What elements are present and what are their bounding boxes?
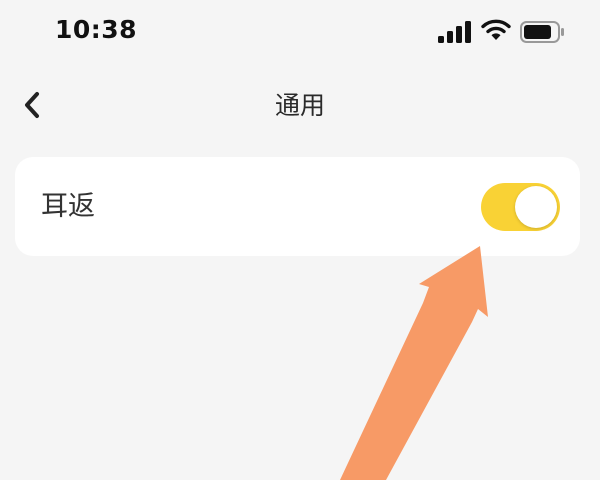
page-title: 通用 xyxy=(274,91,325,120)
ear-return-toggle[interactable] xyxy=(481,183,560,231)
wifi-icon xyxy=(481,19,511,40)
status-bar: 10:38 xyxy=(0,0,600,64)
toggle-knob xyxy=(515,186,557,228)
ear-return-label: 耳返 xyxy=(41,191,95,222)
signal-icon xyxy=(438,21,471,43)
battery-icon xyxy=(520,21,564,43)
nav-bar: 通用 xyxy=(0,72,600,140)
settings-card: 耳返 xyxy=(15,157,580,256)
chevron-left-icon xyxy=(25,92,39,118)
back-button[interactable] xyxy=(12,82,52,128)
status-time: 10:38 xyxy=(55,15,138,44)
